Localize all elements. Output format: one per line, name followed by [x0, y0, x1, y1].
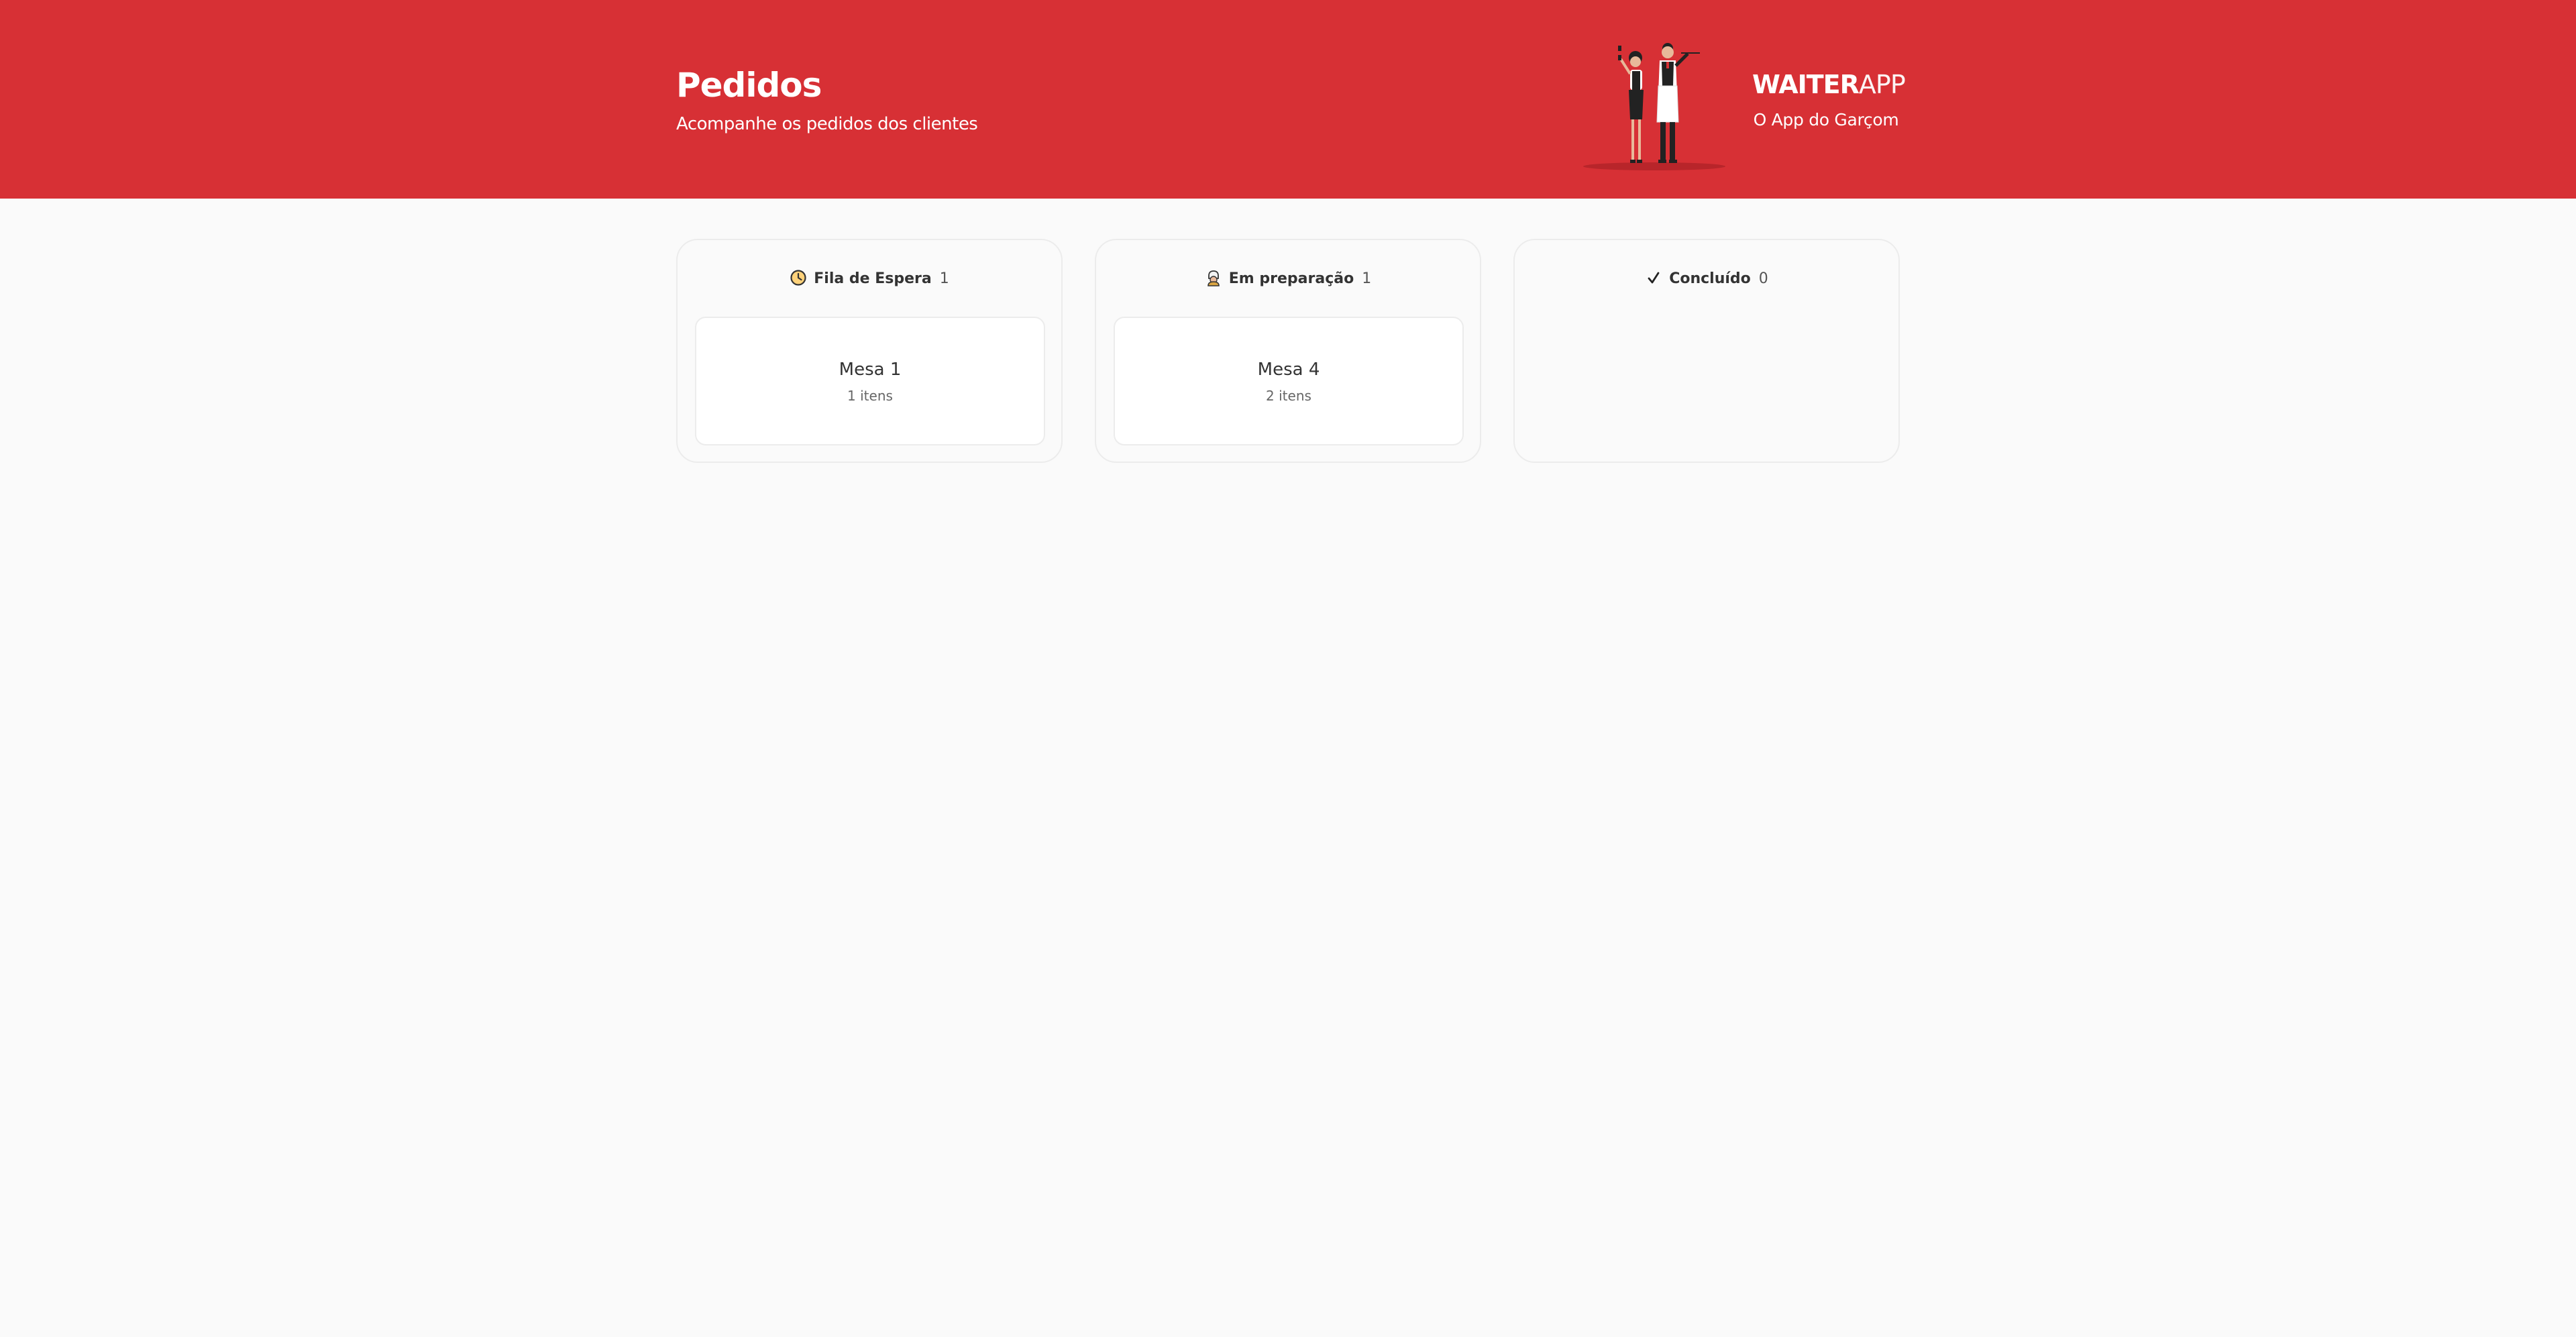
brand-name-bold: WAITER	[1752, 70, 1860, 99]
order-items-count: 2 itens	[1266, 388, 1311, 404]
check-icon	[1648, 272, 1660, 284]
column-header: Fila de Espera 1	[678, 266, 1061, 292]
column-title: Concluído	[1669, 270, 1751, 287]
column-title: Em preparação	[1228, 270, 1354, 287]
page-title: Pedidos	[676, 66, 822, 105]
order-card[interactable]: Mesa 1 1 itens	[695, 317, 1045, 445]
brand-name: WAITERAPP	[1752, 70, 1906, 99]
column-header: Concluído 0	[1515, 266, 1898, 292]
column-title: Fila de Espera	[814, 270, 932, 287]
brand-tagline: O App do Garçom	[1753, 110, 1899, 129]
column-in-preparation: Em preparação 1 Mesa 4 2 itens	[1095, 239, 1481, 463]
header-content: Pedidos Acompanhe os pedidos dos cliente…	[676, 0, 1906, 199]
order-card[interactable]: Mesa 4 2 itens	[1114, 317, 1464, 445]
brand-name-light: APP	[1858, 70, 1906, 99]
order-table: Mesa 1	[839, 360, 902, 380]
orders-board: Fila de Espera 1 Mesa 1 1 itens Em prepar…	[676, 239, 1900, 463]
clock-icon	[790, 270, 806, 286]
page-subtitle: Acompanhe os pedidos dos clientes	[676, 114, 978, 134]
order-table: Mesa 4	[1257, 360, 1320, 380]
brand-logo: WAITERAPP O App do Garçom	[1752, 70, 1906, 129]
column-count: 1	[939, 270, 949, 287]
column-count: 0	[1758, 270, 1768, 287]
column-completed: Concluído 0	[1513, 239, 1900, 463]
column-count: 1	[1362, 270, 1372, 287]
chef-icon	[1207, 270, 1220, 286]
column-header: Em preparação 1	[1096, 266, 1480, 292]
order-items-count: 1 itens	[847, 388, 893, 404]
app-header: Pedidos Acompanhe os pedidos dos cliente…	[0, 0, 2576, 199]
waiters-illustration-icon	[1583, 43, 1725, 170]
column-waiting-queue: Fila de Espera 1 Mesa 1 1 itens	[676, 239, 1063, 463]
